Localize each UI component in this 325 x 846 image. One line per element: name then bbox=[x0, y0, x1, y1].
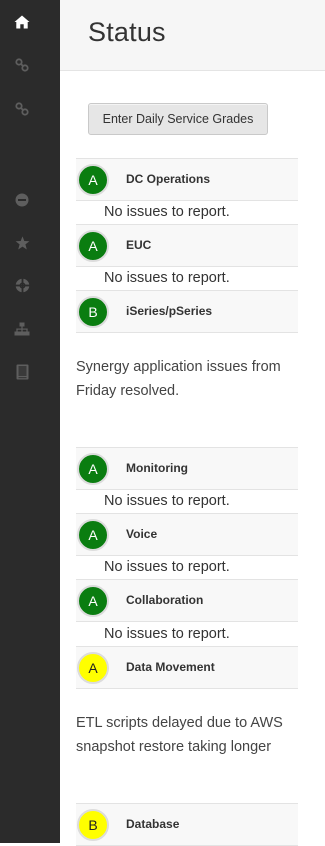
book-icon[interactable] bbox=[0, 360, 44, 384]
enter-daily-service-grades-button[interactable]: Enter Daily Service Grades bbox=[88, 103, 268, 135]
link-icon[interactable] bbox=[0, 53, 44, 77]
service-row-iseries-pseries[interactable]: B iSeries/pSeries bbox=[76, 290, 298, 333]
grade-badge: A bbox=[77, 585, 109, 617]
page-header: Status bbox=[60, 0, 325, 71]
grade-badge: A bbox=[77, 164, 109, 196]
grade-badge: A bbox=[77, 652, 109, 684]
service-name: EUC bbox=[126, 238, 152, 252]
sidebar-nav bbox=[0, 0, 60, 843]
page-title: Status bbox=[88, 17, 166, 47]
star-icon[interactable] bbox=[0, 231, 44, 255]
service-name: Database bbox=[126, 817, 180, 831]
service-row-dc-operations[interactable]: A DC Operations bbox=[76, 158, 298, 201]
grade-badge: B bbox=[77, 296, 109, 328]
service-row-data-movement[interactable]: A Data Movement bbox=[76, 646, 298, 689]
status-note: No issues to report. bbox=[104, 204, 230, 220]
service-name: iSeries/pSeries bbox=[126, 304, 213, 318]
issue-note: Synergy application issues from Friday r… bbox=[76, 359, 281, 399]
grade-badge: A bbox=[77, 230, 109, 262]
sitemap-icon[interactable] bbox=[0, 317, 44, 341]
service-name: Collaboration bbox=[126, 593, 204, 607]
service-name: DC Operations bbox=[126, 172, 211, 186]
status-note: No issues to report. bbox=[104, 270, 230, 286]
service-row-monitoring[interactable]: A Monitoring bbox=[76, 447, 298, 490]
grade-badge: A bbox=[77, 453, 109, 485]
service-name: Monitoring bbox=[126, 461, 188, 475]
status-note: No issues to report. bbox=[104, 559, 230, 575]
lifebuoy-icon[interactable] bbox=[0, 273, 44, 297]
service-row-collaboration[interactable]: A Collaboration bbox=[76, 579, 298, 622]
service-name: Data Movement bbox=[126, 660, 215, 674]
service-name: Voice bbox=[126, 527, 158, 541]
home-icon[interactable] bbox=[0, 10, 44, 34]
status-note: No issues to report. bbox=[104, 626, 230, 642]
issue-note: ETL scripts delayed due to AWS snapshot … bbox=[76, 715, 283, 755]
service-row-voice[interactable]: A Voice bbox=[76, 513, 298, 556]
link-icon[interactable] bbox=[0, 97, 44, 121]
grade-badge: B bbox=[77, 809, 109, 841]
minus-circle-icon[interactable] bbox=[0, 188, 44, 212]
service-row-euc[interactable]: A EUC bbox=[76, 224, 298, 267]
service-row-database[interactable]: B Database bbox=[76, 803, 298, 846]
grade-badge: A bbox=[77, 519, 109, 551]
status-note: No issues to report. bbox=[104, 493, 230, 509]
